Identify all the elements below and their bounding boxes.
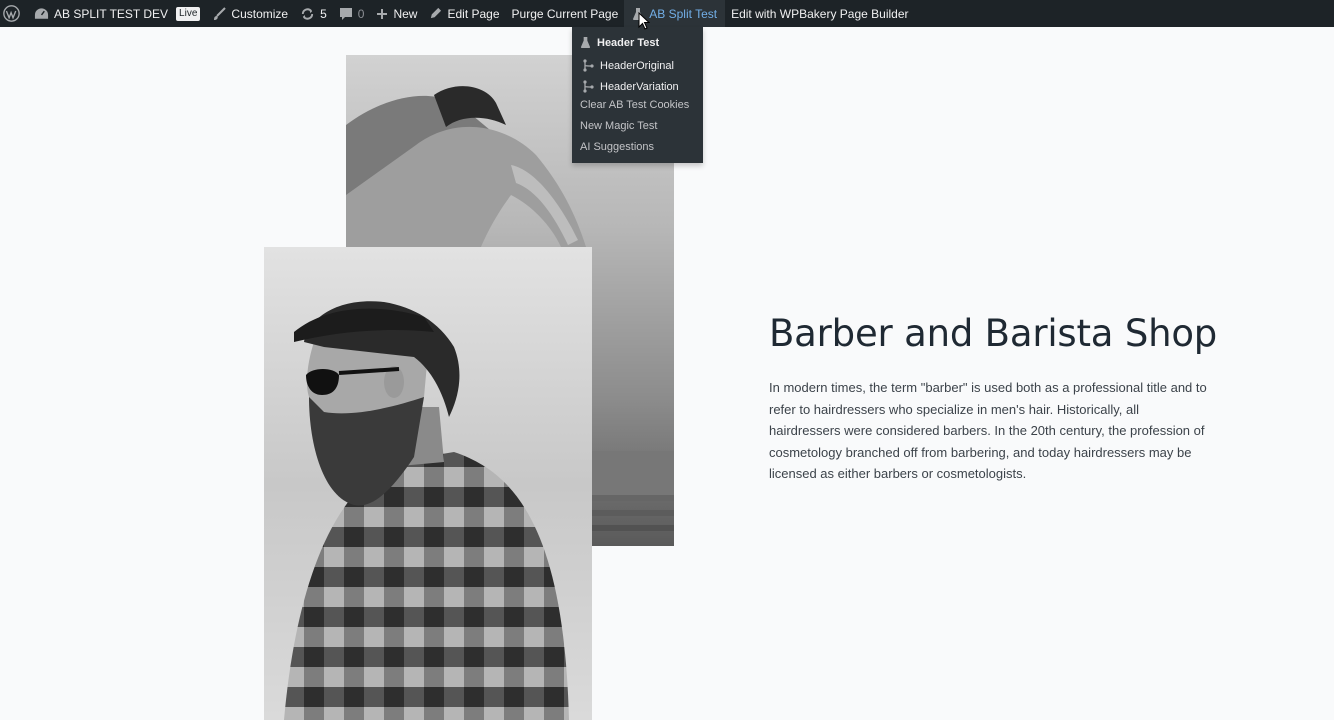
- new-content-link[interactable]: New: [370, 0, 423, 27]
- wordpress-logo-button[interactable]: [0, 0, 28, 27]
- page-title: Barber and Barista Shop: [769, 312, 1218, 355]
- wordpress-icon: [3, 5, 20, 22]
- dropdown-item-label: New Magic Test: [580, 120, 658, 132]
- purge-label: Purge Current Page: [511, 6, 619, 21]
- dropdown-item-header-variation[interactable]: HeaderVariation: [582, 80, 679, 93]
- updates-count: 5: [320, 6, 327, 21]
- dropdown-item-label: HeaderVariation: [600, 80, 679, 93]
- wpbakery-label: Edit with WPBakery Page Builder: [731, 6, 909, 21]
- ab-split-test-label: AB Split Test: [649, 6, 718, 21]
- updates-link[interactable]: 5: [294, 0, 333, 27]
- new-label: New: [393, 6, 418, 21]
- customize-link[interactable]: Customize: [206, 0, 294, 27]
- dropdown-item-label: Header Test: [597, 36, 660, 49]
- dropdown-item-header-test[interactable]: Header Test: [580, 36, 659, 49]
- dropdown-item-clear-cookies[interactable]: Clear AB Test Cookies: [580, 99, 689, 111]
- intro-paragraph: In modern times, the term "barber" is us…: [769, 380, 1207, 481]
- pencil-icon: [429, 7, 442, 20]
- ab-split-test-dropdown: Header Test HeaderOriginal HeaderVariati…: [572, 27, 703, 163]
- edit-page-link[interactable]: Edit Page: [423, 0, 505, 27]
- wpbakery-link[interactable]: Edit with WPBakery Page Builder: [725, 0, 914, 27]
- dropdown-item-header-original[interactable]: HeaderOriginal: [582, 59, 674, 72]
- updates-icon: [300, 7, 315, 21]
- live-badge: Live: [176, 6, 201, 21]
- dropdown-item-new-magic-test[interactable]: New Magic Test: [580, 120, 657, 132]
- dropdown-item-label: HeaderOriginal: [600, 59, 674, 72]
- site-name-link[interactable]: AB SPLIT TEST DEV Live: [28, 0, 206, 27]
- site-name: AB SPLIT TEST DEV: [54, 6, 169, 21]
- flask-icon: [580, 36, 591, 49]
- brush-icon: [212, 6, 227, 21]
- dropdown-item-ai-suggestions[interactable]: AI Suggestions: [580, 141, 654, 153]
- mouse-cursor-icon: [638, 12, 650, 30]
- branch-icon: [582, 80, 594, 93]
- customize-label: Customize: [231, 6, 289, 21]
- admin-bar: AB SPLIT TEST DEV Live Customize 5 0 New…: [0, 0, 1334, 27]
- barber-portrait-photo: [264, 247, 592, 720]
- branch-icon: [582, 59, 594, 72]
- dropdown-item-label: Clear AB Test Cookies: [580, 99, 690, 111]
- edit-page-label: Edit Page: [447, 6, 500, 21]
- comments-link[interactable]: 0: [333, 0, 371, 27]
- comment-icon: [339, 7, 353, 21]
- dashboard-icon: [34, 7, 49, 21]
- plus-icon: [376, 8, 388, 20]
- dropdown-item-label: AI Suggestions: [580, 141, 654, 153]
- purge-page-link[interactable]: Purge Current Page: [506, 0, 625, 27]
- comments-count: 0: [357, 6, 365, 21]
